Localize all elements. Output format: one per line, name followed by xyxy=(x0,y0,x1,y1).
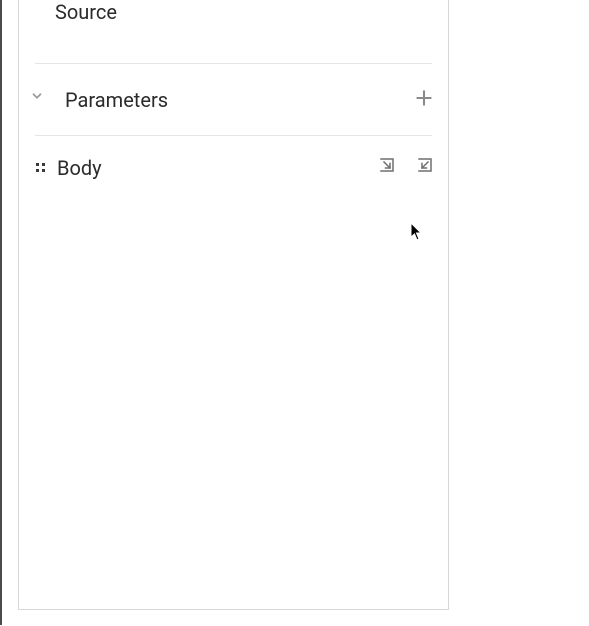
export-icon[interactable] xyxy=(414,154,436,176)
source-label: Source xyxy=(55,0,117,24)
source-row[interactable]: Source xyxy=(35,0,432,64)
parameters-label: Parameters xyxy=(65,88,168,112)
drag-handle-icon[interactable] xyxy=(33,160,49,176)
panel-left-edge xyxy=(0,0,2,625)
import-icon[interactable] xyxy=(376,154,398,176)
side-panel: Source Parameters Body xyxy=(18,0,449,610)
add-parameter-button[interactable] xyxy=(412,86,436,110)
parameters-row[interactable]: Parameters xyxy=(35,64,432,136)
body-row[interactable]: Body xyxy=(35,144,432,200)
body-label: Body xyxy=(57,156,102,180)
body-actions xyxy=(376,154,436,176)
chevron-down-icon[interactable] xyxy=(27,86,47,106)
